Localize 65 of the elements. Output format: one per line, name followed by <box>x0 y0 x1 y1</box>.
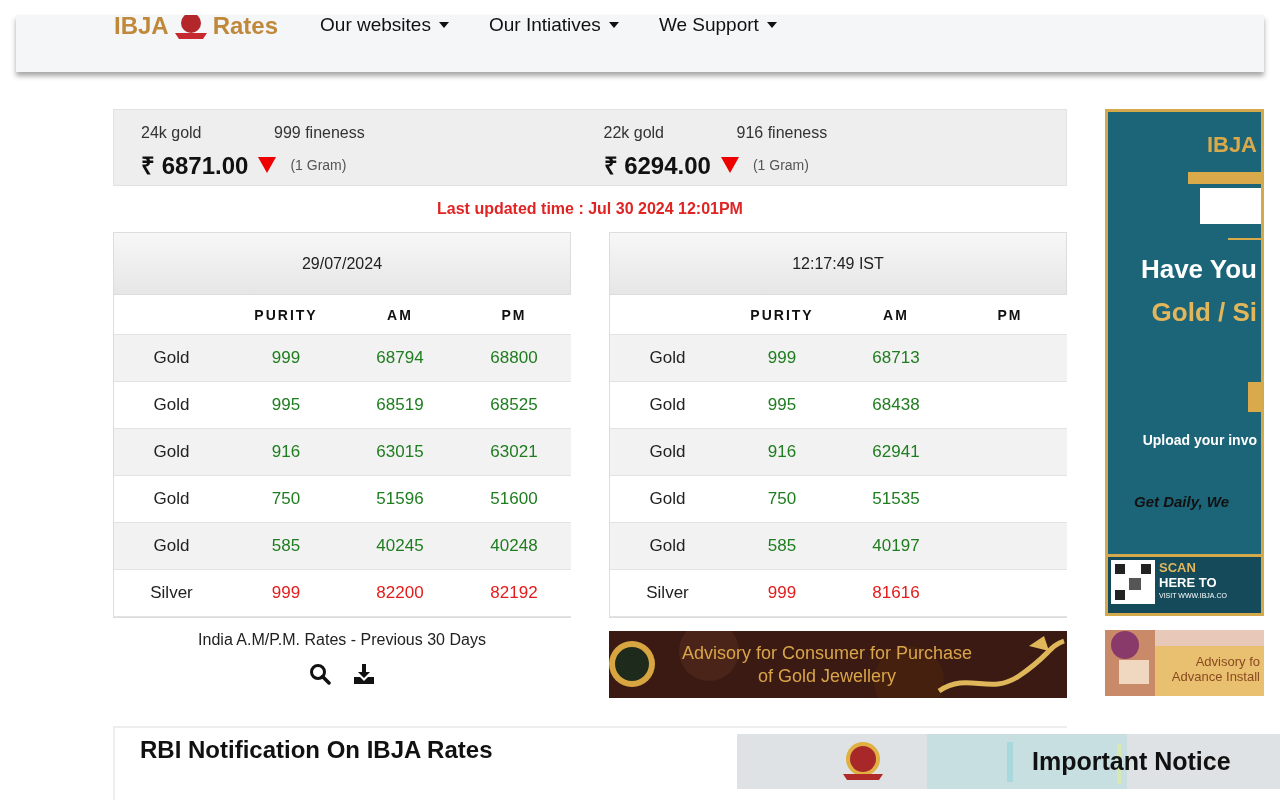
table-cell: 916 <box>229 429 343 476</box>
table-title: 12:17:49 IST <box>610 233 1066 295</box>
table-cell: 999 <box>229 335 343 382</box>
table-cell: 999 <box>725 335 839 382</box>
banner-text: Advisory fo <box>1195 654 1260 669</box>
fineness-label: 916 fineness <box>736 124 828 142</box>
table-cell: 40245 <box>343 523 457 570</box>
column-header: PM <box>457 295 571 335</box>
karat-label: 22k gold <box>603 124 665 142</box>
table-title: 29/07/2024 <box>114 233 570 295</box>
fineness-label: 999 fineness <box>274 124 365 142</box>
ad-headline: Have You <box>1140 254 1257 285</box>
section-title: RBI Notification On IBJA Rates <box>140 736 493 765</box>
emblem-icon <box>172 15 209 41</box>
table-cell: 916 <box>725 429 839 476</box>
advisory-banner[interactable]: Advisory for Consumer for Purchase of Gold Jewellery <box>609 631 1067 698</box>
caret-icon <box>438 22 449 28</box>
ad-text: Upload your invo <box>1142 432 1257 448</box>
unit-label: (1 Gram) <box>290 156 347 173</box>
notice-title: Important Notice <box>1032 747 1231 776</box>
nav-dropdown[interactable]: We Support <box>658 15 777 35</box>
table-cell: 82192 <box>457 570 571 617</box>
table-cell: 63021 <box>457 429 571 476</box>
ad-headline: Gold / Si <box>1151 297 1257 328</box>
table-cell: 63015 <box>343 429 457 476</box>
table-cell: Gold <box>610 429 725 476</box>
search-icon[interactable] <box>309 663 331 685</box>
table-cell: 51600 <box>457 476 571 523</box>
banner-text: Advisory for Consumer for Purchase <box>681 641 973 665</box>
table-cell: Gold <box>114 335 229 382</box>
table-cell: Gold <box>114 523 229 570</box>
table-cell: Gold <box>610 335 725 382</box>
karat-label: 24k gold <box>141 124 203 142</box>
nav-dropdown[interactable]: Our Intiatives <box>488 15 619 35</box>
table-cell: 585 <box>229 523 343 570</box>
table-cell: Gold <box>114 429 229 476</box>
logo-text: IBJA <box>114 15 169 40</box>
caret-icon <box>766 22 777 28</box>
caret-icon <box>608 22 619 28</box>
table-cell: Gold <box>610 523 725 570</box>
previous-rates-label: India A.M/P.M. Rates - Previous 30 Days <box>198 631 486 649</box>
table-cell: 40248 <box>457 523 571 570</box>
price-value: ₹ 6871.00 <box>141 151 249 181</box>
ad-text: SCAN <box>1159 560 1197 575</box>
ad-text: HERE TO <box>1159 575 1218 590</box>
table-cell: 68713 <box>839 335 953 382</box>
logo-text: Rates <box>212 15 279 40</box>
qr-code-icon <box>1111 560 1155 604</box>
table-cell: 40197 <box>839 523 953 570</box>
last-updated-text: Last updated time : Jul 30 2024 12:01PM <box>436 200 744 218</box>
advisory-banner[interactable]: Advisory fo Advance Install <box>1105 630 1264 696</box>
table-cell: 68525 <box>457 382 571 429</box>
table-cell: 62941 <box>839 429 953 476</box>
ad-text: Get Daily, We <box>1134 492 1230 510</box>
download-icon[interactable] <box>353 663 375 685</box>
table-cell: 68800 <box>457 335 571 382</box>
column-header: PM <box>953 295 1067 335</box>
banner-text: Advance Install <box>1171 669 1260 684</box>
unit-label: (1 Gram) <box>752 156 809 173</box>
table-cell: 585 <box>725 523 839 570</box>
ad-brand: IBJA <box>1206 132 1257 158</box>
table-cell: 68794 <box>343 335 457 382</box>
nav-dropdown[interactable]: Our websites <box>320 15 449 35</box>
price-value: ₹ 6294.00 <box>603 151 711 181</box>
banner-text: of Gold Jewellery <box>757 664 897 688</box>
